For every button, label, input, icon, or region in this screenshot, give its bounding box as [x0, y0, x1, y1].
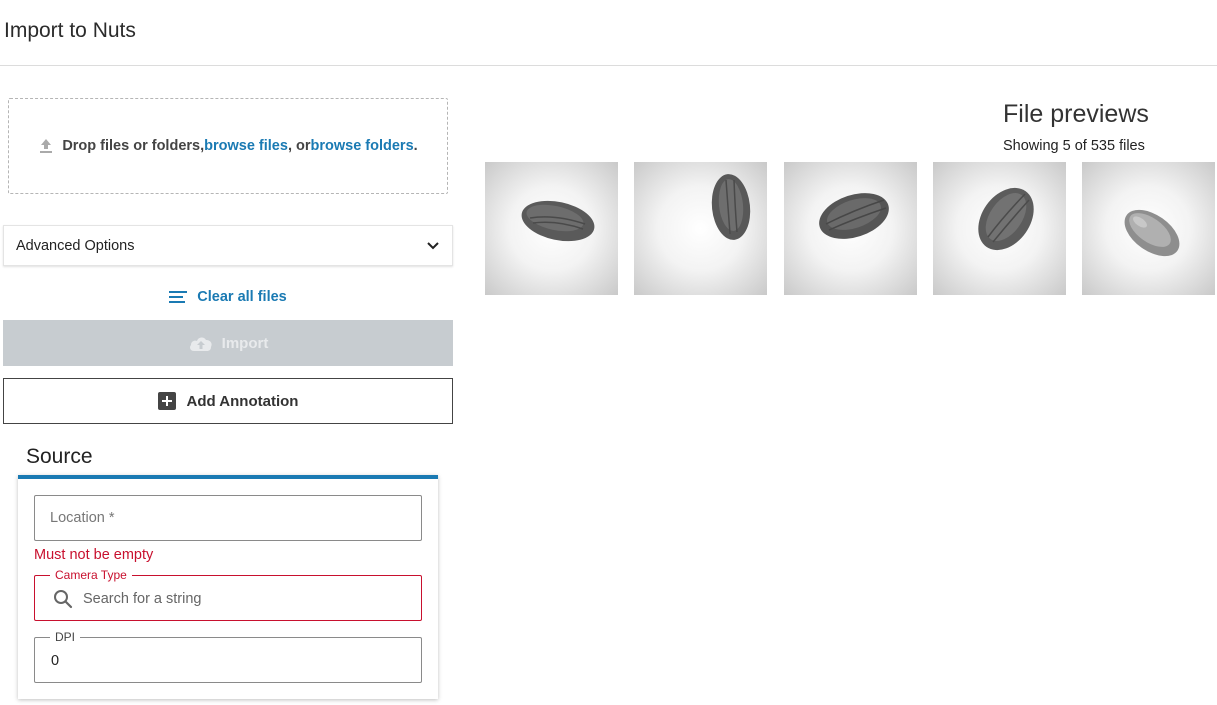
file-previews-title: File previews [1003, 100, 1149, 128]
upload-icon [38, 138, 54, 154]
import-button[interactable]: Import [3, 320, 453, 366]
import-button-label: Import [221, 334, 269, 352]
dpi-label: DPI [50, 630, 81, 644]
chevron-down-icon [426, 241, 440, 251]
file-preview-thumbnail[interactable] [784, 162, 917, 295]
file-preview-thumbnail[interactable] [1082, 162, 1215, 295]
dropzone-text-middle: , or [287, 138, 311, 154]
plus-square-icon [157, 392, 176, 410]
almond-image [521, 200, 595, 242]
clear-list-icon [169, 290, 188, 304]
add-annotation-button[interactable]: Add Annotation [3, 378, 453, 424]
almond-image [978, 187, 1034, 251]
file-preview-thumbnail[interactable] [634, 162, 767, 295]
file-preview-thumbnail[interactable] [933, 162, 1066, 295]
camera-type-label: Camera Type [50, 568, 132, 582]
page-title: Import to Nuts [4, 19, 136, 42]
almond-image [819, 193, 889, 239]
advanced-options-label: Advanced Options [16, 237, 135, 254]
header: Import to Nuts [0, 0, 1217, 66]
clear-all-files-label: Clear all files [197, 289, 287, 305]
camera-type-field[interactable]: Camera Type Search for a string [34, 568, 422, 621]
dpi-value: 0 [51, 653, 60, 669]
dpi-field[interactable]: DPI 0 [34, 630, 422, 683]
location-field[interactable]: Location * [34, 495, 422, 541]
add-annotation-label: Add Annotation [186, 392, 299, 410]
dropzone-text-suffix: . [413, 138, 418, 154]
file-preview-thumbnail[interactable] [485, 162, 618, 295]
source-heading: Source [26, 445, 93, 468]
file-previews-count: Showing 5 of 535 files [1003, 138, 1145, 154]
location-placeholder: Location * [50, 510, 115, 526]
location-error-message: Must not be empty [34, 547, 154, 563]
cloud-upload-icon [188, 334, 214, 352]
advanced-options-toggle[interactable]: Advanced Options [3, 225, 453, 266]
browse-folders-link[interactable]: browse folders [311, 138, 414, 154]
almond-image [1124, 209, 1180, 257]
almond-image [711, 174, 751, 240]
camera-type-placeholder: Search for a string [83, 591, 202, 607]
clear-all-files-button[interactable]: Clear all files [3, 283, 453, 311]
search-icon [53, 589, 73, 609]
file-dropzone[interactable]: Drop files or folders, browse files , or… [8, 98, 448, 194]
source-panel: Location * Must not be empty Camera Type… [18, 475, 438, 699]
browse-files-link[interactable]: browse files [204, 138, 288, 154]
dropzone-text: Drop files or folders, [62, 138, 205, 154]
